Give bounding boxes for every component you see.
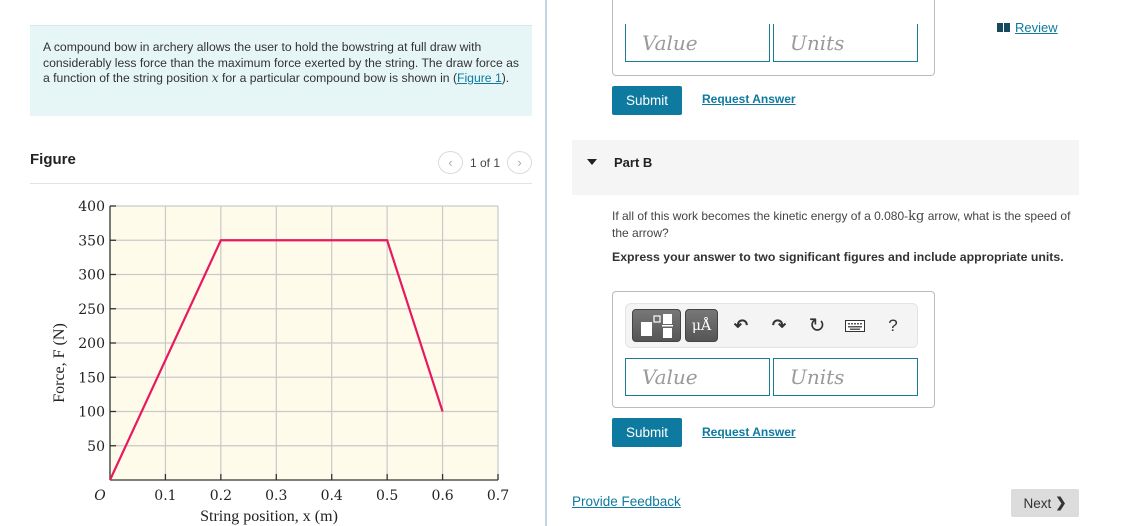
caret-down-icon (587, 159, 597, 165)
part-b-title: Part B (614, 155, 653, 170)
y-tick-label: 100 (78, 405, 105, 421)
help-button[interactable]: ? (874, 309, 912, 342)
figure-pager: ‹ 1 of 1 › (437, 151, 532, 174)
math-toolbar: μÅ ↶ ↷ ↻ ? (625, 303, 918, 348)
intro-text-end: ). (501, 71, 510, 86)
part-a-request-answer-link[interactable]: Request Answer (702, 92, 796, 106)
y-tick-label: 200 (78, 336, 105, 352)
keyboard-icon (845, 319, 865, 332)
part-b-submit-button[interactable]: Submit (612, 418, 682, 447)
part-a-value-input[interactable] (625, 24, 770, 62)
templates-icon (640, 313, 673, 338)
force-position-chart: 50 100 150 200 250 300 350 400 O 0.1 0.2 0.3 0.4 0.5… (51, 199, 509, 525)
problem-intro: A compound bow in archery allows the use… (30, 25, 532, 116)
redo-icon: ↷ (771, 315, 787, 335)
x-tick-label: 0.3 (265, 488, 287, 504)
chevron-right-icon: › (517, 155, 522, 170)
problem-pane: A compound bow in archery allows the use… (0, 0, 545, 526)
undo-button[interactable]: ↶ (722, 309, 760, 342)
pager-label: 1 of 1 (469, 155, 500, 170)
units-button[interactable]: μÅ (685, 309, 718, 342)
part-b-request-answer-link[interactable]: Request Answer (702, 425, 796, 439)
chevron-right-icon: ❯ (1055, 495, 1067, 510)
origin-label: O (94, 488, 106, 504)
question-unit: kg (908, 209, 925, 224)
math-variable: x (211, 71, 219, 86)
keyboard-button[interactable] (836, 309, 874, 342)
part-b-answer-box: μÅ ↶ ↷ ↻ ? (612, 291, 935, 408)
undo-icon: ↶ (733, 315, 749, 335)
next-figure-button[interactable]: › (507, 151, 532, 174)
y-tick-label: 250 (78, 302, 105, 318)
answer-pane: Review Submit Request Answer Part B If a… (547, 0, 1130, 526)
part-b-header[interactable]: Part B (572, 140, 1079, 195)
units-label: μÅ (691, 317, 712, 334)
x-tick-label: 0.7 (487, 488, 509, 504)
reset-button[interactable]: ↻ (798, 309, 836, 342)
next-button[interactable]: Next ❯ (1011, 489, 1079, 517)
y-axis-label: Force, F (N) (51, 323, 68, 403)
question-text: If all of this work becomes the kinetic … (612, 209, 909, 223)
part-a-units-input[interactable] (773, 24, 918, 62)
templates-button[interactable] (632, 309, 681, 342)
prev-figure-button[interactable]: ‹ (437, 151, 463, 174)
x-tick-label: 0.1 (154, 488, 176, 504)
chevron-left-icon: ‹ (448, 155, 453, 170)
part-b-input-row (625, 358, 918, 396)
x-axis-label: String position, x (m) (200, 508, 338, 525)
provide-feedback-link[interactable]: Provide Feedback (572, 494, 681, 509)
redo-button[interactable]: ↷ (760, 309, 798, 342)
book-icon (997, 23, 1010, 32)
review-label: Review (1015, 20, 1058, 35)
part-b-question: If all of this work becomes the kinetic … (612, 208, 1072, 241)
review-link[interactable]: Review (997, 20, 1058, 35)
part-b-instruction: Express your answer to two significant f… (612, 250, 1064, 264)
part-a-submit-button[interactable]: Submit (612, 86, 682, 115)
intro-text-2: for a particular compound bow is shown i… (218, 71, 458, 86)
y-tick-label: 50 (87, 439, 105, 455)
y-tick-label: 150 (78, 370, 105, 386)
figure-title: Figure (30, 151, 76, 168)
x-tick-label: 0.4 (321, 488, 343, 504)
y-tick-label: 300 (78, 268, 105, 284)
y-tick-label: 400 (78, 199, 105, 215)
y-tick-label: 350 (78, 233, 105, 249)
x-tick-label: 0.5 (376, 488, 398, 504)
reset-icon: ↻ (808, 315, 826, 337)
part-b-units-input[interactable] (773, 358, 918, 396)
figure-header: Figure ‹ 1 of 1 › (30, 148, 532, 184)
help-icon: ? (888, 315, 898, 335)
next-label: Next (1023, 495, 1052, 511)
part-a-input-row (625, 24, 918, 62)
part-a-answer-box (612, 0, 935, 76)
figure-link[interactable]: Figure 1 (457, 71, 502, 85)
x-tick-label: 0.6 (431, 488, 453, 504)
part-b-value-input[interactable] (625, 358, 770, 396)
x-tick-label: 0.2 (210, 488, 232, 504)
